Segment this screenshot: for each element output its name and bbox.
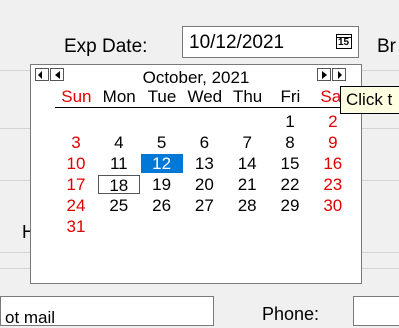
weekday-label: Mon — [102, 87, 136, 106]
tooltip: Click t — [340, 86, 399, 114]
calendar-day[interactable]: 31 — [55, 217, 97, 236]
calendar-month-title[interactable]: October, 2021 — [31, 68, 361, 88]
calendar-icon: 15 — [338, 37, 350, 48]
exp-date-value[interactable]: 10/12/2021 — [189, 32, 284, 54]
email-field[interactable]: ot mail — [0, 296, 214, 328]
exp-date-picker[interactable]: 10/12/2021 15 — [182, 26, 359, 58]
calendar-day[interactable]: 30 — [312, 196, 354, 215]
calendar-day[interactable]: 9 — [312, 133, 354, 152]
weekday-header: Sun Mon Tue Wed Thu Fri Sat — [55, 87, 355, 108]
calendar-day[interactable]: 16 — [312, 154, 354, 173]
weekday-label: Tue — [147, 87, 177, 106]
weekday-label: Fri — [280, 87, 301, 106]
calendar-day[interactable]: 13 — [183, 154, 225, 173]
calendar-day[interactable]: 15 — [269, 154, 311, 173]
calendar-grid: Sun Mon Tue Wed Thu Fri Sat 1 2 3 4 5 6 7 8 9 10 1… — [55, 87, 355, 278]
phone-label: Phone: — [262, 304, 320, 324]
calendar-day[interactable]: 18 — [97, 175, 140, 195]
calendar-day[interactable]: 11 — [98, 154, 140, 173]
next-year-button[interactable] — [332, 68, 346, 81]
weekday-label: Sun — [61, 87, 92, 106]
weekday-label: Thu — [232, 87, 263, 106]
calendar-days: 1 2 3 4 5 6 7 8 9 10 11 12 13 14 15 16 17 18 19 20 21 22 23 24 2… — [55, 108, 355, 278]
calendar-day[interactable]: 21 — [226, 175, 268, 194]
calendar-day[interactable]: 8 — [269, 133, 311, 152]
calendar-day[interactable]: 17 — [55, 175, 97, 194]
calendar-day[interactable]: 6 — [183, 133, 225, 152]
calendar-day[interactable]: 2 — [312, 112, 354, 131]
calendar-day[interactable]: 7 — [226, 133, 268, 152]
calendar-day[interactable]: 1 — [269, 112, 311, 131]
calendar-day[interactable]: 10 — [55, 154, 97, 173]
calendar-day[interactable]: 26 — [141, 196, 183, 215]
calendar-day[interactable]: 25 — [98, 196, 140, 215]
calendar-day[interactable]: 22 — [269, 175, 311, 194]
calendar-day[interactable]: 4 — [98, 133, 140, 152]
calendar-day[interactable]: 23 — [312, 175, 354, 194]
email-value[interactable]: ot mail — [5, 308, 55, 328]
calendar-day[interactable]: 19 — [141, 175, 183, 194]
next-field-label: Br — [377, 36, 396, 57]
calendar-popup: October, 2021 Sun Mon Tue Wed Thu Fri Sa… — [30, 64, 362, 284]
calendar-day[interactable]: 29 — [269, 196, 311, 215]
calendar-day[interactable]: 28 — [226, 196, 268, 215]
calendar-day[interactable]: 27 — [183, 196, 225, 215]
calendar-day[interactable]: 12 — [140, 154, 183, 173]
weekday-label: Wed — [187, 87, 223, 106]
phone-field[interactable] — [353, 296, 399, 326]
calendar-day[interactable]: 5 — [141, 133, 183, 152]
calendar-dropdown-button[interactable]: 15 — [336, 34, 352, 49]
exp-date-label: Exp Date: — [64, 36, 148, 57]
calendar-day[interactable]: 20 — [183, 175, 225, 194]
calendar-day[interactable]: 14 — [226, 154, 268, 173]
calendar-day[interactable]: 24 — [55, 196, 97, 215]
next-month-button[interactable] — [317, 68, 331, 81]
calendar-day[interactable]: 3 — [55, 133, 97, 152]
